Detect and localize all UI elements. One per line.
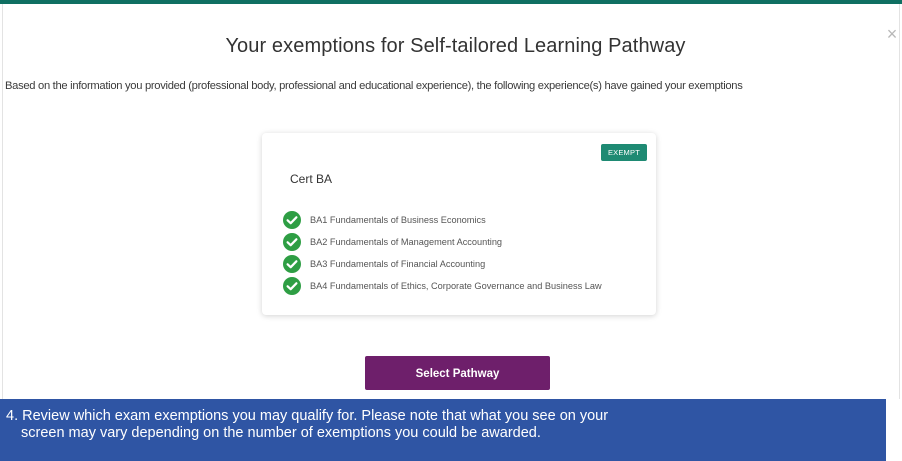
caption-line-2: screen may vary depending on the number … [21, 425, 541, 441]
caption-line-1: 4. Review which exam exemptions you may … [6, 408, 609, 424]
module-label: BA2 Fundamentals of Management Accountin… [310, 237, 503, 247]
certificate-title: Cert BA [290, 172, 333, 186]
module-item: BA3 Fundamentals of Financial Accounting [283, 255, 643, 273]
instruction-caption: 4. Review which exam exemptions you may … [0, 399, 886, 461]
exemptions-modal: × Your exemptions for Self-tailored Lear… [2, 4, 900, 399]
exempt-badge: EXEMPT [600, 144, 647, 161]
check-circle-icon [283, 233, 301, 251]
modal-title: Your exemptions for Self-tailored Learni… [225, 35, 686, 57]
exemption-card: EXEMPT Cert BA BA1 Fundamentals of Busin… [262, 133, 656, 315]
check-circle-icon [283, 211, 301, 229]
module-item: BA2 Fundamentals of Management Accountin… [283, 233, 643, 251]
module-list: BA1 Fundamentals of Business Economics B… [283, 211, 643, 299]
modal-subtitle: Based on the information you provided (p… [5, 80, 743, 92]
module-item: BA4 Fundamentals of Ethics, Corporate Go… [283, 277, 643, 295]
module-label: BA1 Fundamentals of Business Economics [310, 215, 486, 225]
module-item: BA1 Fundamentals of Business Economics [283, 211, 643, 229]
check-circle-icon [283, 255, 301, 273]
check-circle-icon [283, 277, 301, 295]
screenshot-frame: × Your exemptions for Self-tailored Lear… [0, 0, 902, 461]
module-label: BA4 Fundamentals of Ethics, Corporate Go… [310, 281, 602, 291]
module-label: BA3 Fundamentals of Financial Accounting [310, 259, 486, 269]
select-pathway-button[interactable]: Select Pathway [365, 356, 550, 390]
